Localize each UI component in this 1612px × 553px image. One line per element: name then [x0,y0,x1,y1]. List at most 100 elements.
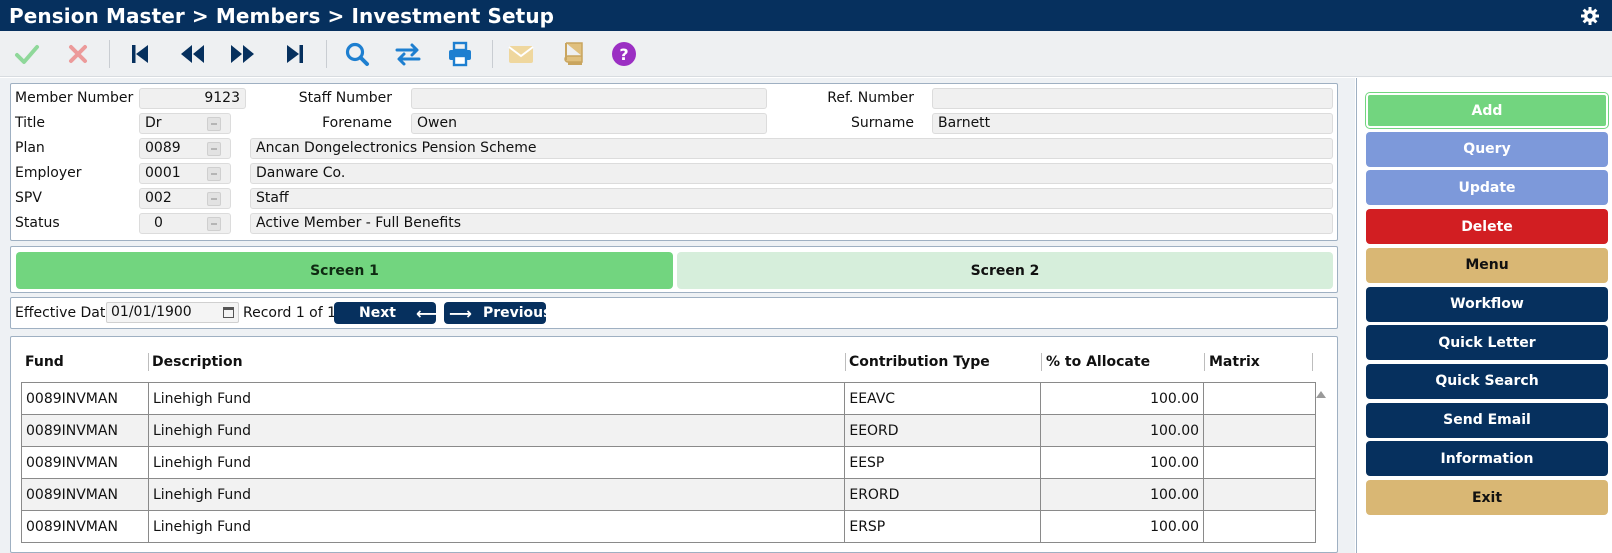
lookup-icon[interactable] [207,142,221,156]
record-count: Record 1 of 1 [243,305,337,321]
matrix-cell [1203,414,1316,447]
cancel-icon[interactable] [63,39,93,69]
arrow-left-icon: ⟵ [415,303,439,323]
table-row[interactable]: 0089INVMAN Linehigh Fund ERORD 100.00 [21,478,1316,511]
matrix-cell [1203,478,1316,511]
lookup-icon[interactable] [207,117,221,131]
confirm-icon[interactable] [12,39,42,69]
column-divider [1041,353,1042,371]
svg-text:?: ? [619,45,628,64]
fund-cell: 0089INVMAN [21,446,149,479]
first-record-icon[interactable] [125,39,155,69]
status-label: Status [15,215,60,231]
update-button[interactable]: Update [1366,170,1608,206]
status-name-field: Active Member - Full Benefits [250,213,1333,234]
tab-screen-1[interactable]: Screen 1 [16,252,673,289]
delete-button[interactable]: Delete [1366,209,1608,245]
forename-label: Forename [322,115,392,131]
contribution-type-cell: EEAVC [844,382,1042,415]
column-divider [148,353,149,371]
description-cell: Linehigh Fund [147,446,846,479]
effective-date-field[interactable]: 01/01/1900 [106,302,239,323]
staff-number-label: Staff Number [298,90,392,106]
title-label: Title [15,115,46,131]
ref-number-field[interactable] [932,88,1333,109]
forename-field[interactable]: Owen [411,113,767,134]
mail-icon[interactable] [506,39,536,69]
plan-name-field: Ancan Dongelectronics Pension Scheme [250,138,1333,159]
exit-button[interactable]: Exit [1366,480,1608,515]
fund-cell: 0089INVMAN [21,478,149,511]
spv-name-field: Staff [250,188,1333,209]
tab-screen-2[interactable]: Screen 2 [677,252,1333,289]
quick-letter-button[interactable]: Quick Letter [1366,325,1608,361]
column-divider [1204,353,1205,371]
column-divider [1312,353,1313,371]
spv-label: SPV [15,190,42,206]
contribution-type-cell: ERSP [844,510,1042,543]
swap-icon[interactable] [393,39,423,69]
table-row[interactable]: 0089INVMAN Linehigh Fund EESP 100.00 [21,446,1316,479]
surname-field[interactable]: Barnett [932,113,1333,134]
page-title: Pension Master > Members > Investment Se… [9,4,555,28]
toolbar: ? [0,31,1612,77]
arrow-right-icon: ⟶ [449,303,472,323]
description-cell: Linehigh Fund [147,382,846,415]
percent-cell: 100.00 [1040,446,1205,479]
fund-cell: 0089INVMAN [21,382,149,415]
search-icon[interactable] [342,39,372,69]
percent-cell: 100.00 [1040,382,1205,415]
matrix-cell [1203,382,1316,415]
fund-cell: 0089INVMAN [21,510,149,543]
member-number-field[interactable]: 9123 [139,88,246,109]
investment-table: 0089INVMAN Linehigh Fund EEAVC 100.00 00… [21,382,1316,543]
menu-button[interactable]: Menu [1366,247,1608,283]
column-divider [845,353,846,371]
lookup-icon[interactable] [207,167,221,181]
ref-number-label: Ref. Number [827,90,914,106]
last-record-icon[interactable] [280,39,310,69]
workflow-button[interactable]: Workflow [1366,286,1608,322]
scroll-up-icon[interactable] [1316,391,1326,398]
description-cell: Linehigh Fund [147,478,846,511]
previous-button-label: Previous [482,305,552,321]
staff-number-field[interactable] [411,88,767,109]
table-row[interactable]: 0089INVMAN Linehigh Fund EEORD 100.00 [21,414,1316,447]
employer-label: Employer [15,165,82,181]
help-icon[interactable]: ? [609,39,639,69]
employer-name-field: Danware Co. [250,163,1333,184]
book-icon[interactable] [558,39,588,69]
percent-cell: 100.00 [1040,414,1205,447]
information-button[interactable]: Information [1366,441,1608,477]
effective-date-label: Effective Date [15,305,114,321]
title-bar: Pension Master > Members > Investment Se… [0,0,1612,31]
effective-date-value: 01/01/1900 [111,304,192,320]
calendar-icon[interactable] [223,307,234,318]
column-header-contribution-type: Contribution Type [849,354,990,370]
column-header-description: Description [152,354,243,370]
print-icon[interactable] [445,39,475,69]
percent-cell: 100.00 [1040,510,1205,543]
query-button[interactable]: Query [1366,131,1608,167]
matrix-cell [1203,510,1316,543]
previous-record-icon[interactable] [177,39,207,69]
fund-cell: 0089INVMAN [21,414,149,447]
gear-icon[interactable] [1580,6,1600,26]
next-button[interactable]: Next ⟵ [334,302,439,324]
table-row[interactable]: 0089INVMAN Linehigh Fund EEAVC 100.00 [21,382,1316,415]
lookup-icon[interactable] [207,217,221,231]
add-button[interactable]: Add [1366,93,1608,128]
lookup-icon[interactable] [207,192,221,206]
table-row[interactable]: 0089INVMAN Linehigh Fund ERSP 100.00 [21,510,1316,543]
contribution-type-cell: EEORD [844,414,1042,447]
description-cell: Linehigh Fund [147,414,846,447]
plan-label: Plan [15,140,45,156]
column-header-matrix: Matrix [1209,354,1260,370]
send-email-button[interactable]: Send Email [1366,402,1608,438]
next-record-icon[interactable] [228,39,258,69]
quick-search-button[interactable]: Quick Search [1366,363,1608,399]
previous-button[interactable]: ⟶ Previous [444,302,551,324]
next-button-label: Next [359,305,396,321]
toolbar-divider [109,40,110,68]
matrix-cell [1203,446,1316,479]
